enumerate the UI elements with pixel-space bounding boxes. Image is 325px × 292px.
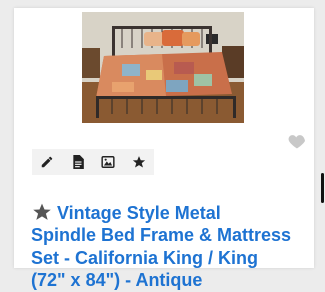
heart-icon[interactable] — [287, 131, 307, 151]
star-icon — [132, 156, 145, 168]
document-icon — [73, 155, 84, 169]
listing-card: Vintage Style Metal Spindle Bed Frame & … — [14, 8, 314, 290]
document-button[interactable] — [68, 152, 88, 172]
star-button[interactable] — [129, 152, 149, 172]
listing-photo[interactable] — [82, 12, 244, 123]
edit-button[interactable] — [37, 152, 57, 172]
scrollbar[interactable] — [321, 173, 324, 203]
listing-title[interactable]: Vintage Style Metal Spindle Bed Frame & … — [31, 179, 311, 292]
pencil-icon — [42, 156, 53, 168]
listing-title-text[interactable]: Vintage Style Metal Spindle Bed Frame & … — [31, 203, 291, 291]
image-icon — [101, 156, 115, 168]
image-button[interactable] — [98, 152, 118, 172]
star-icon — [33, 203, 51, 220]
listing-action-toolbar — [32, 149, 154, 175]
